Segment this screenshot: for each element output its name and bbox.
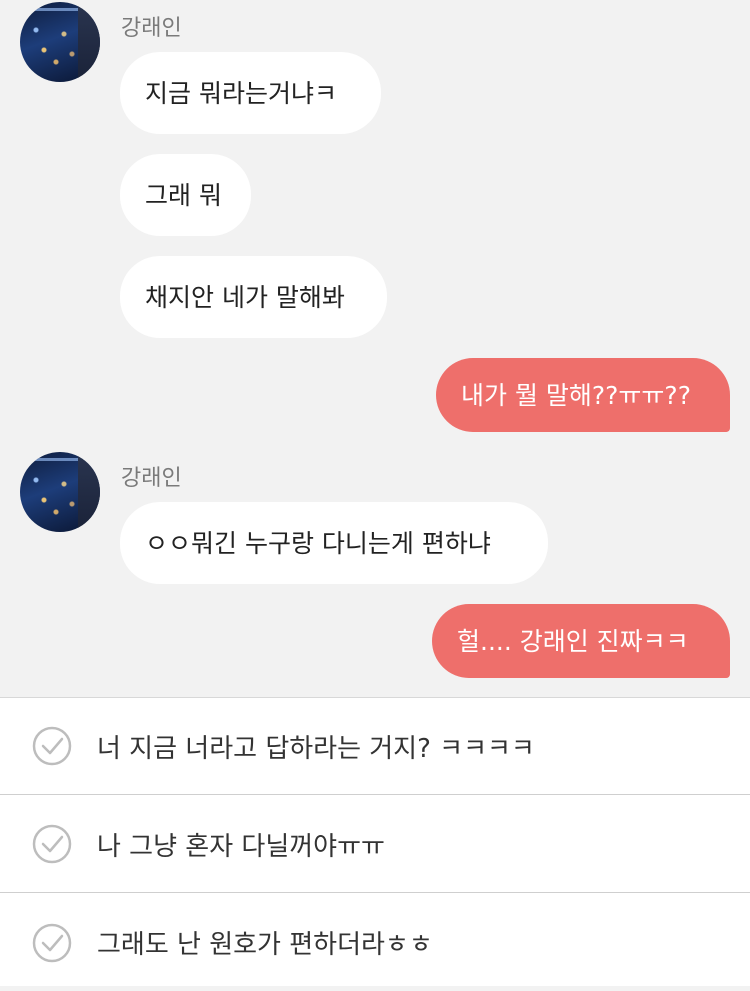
check-circle-icon	[32, 923, 72, 962]
reply-option[interactable]: 나 그냥 혼자 다닐꺼야ㅠㅠ	[0, 796, 750, 893]
check-circle-icon	[32, 726, 72, 766]
message-text: 내가 뭘 말해??ㅠㅠ??	[461, 380, 691, 410]
reply-option-label: 그래도 난 원호가 편하더라ㅎㅎ	[97, 930, 433, 960]
avatar[interactable]	[20, 452, 100, 532]
message-text: 채지안 네가 말해봐	[145, 282, 345, 312]
message-text: ㅇㅇ뭐긴 누구랑 다니는게 편하냐	[145, 528, 491, 558]
sender-name: 강래인	[121, 466, 182, 491]
message-text: 헐.... 강래인 진짜ㅋㅋ	[457, 626, 689, 656]
check-circle-icon	[32, 824, 72, 864]
incoming-message-bubble: 그래 뭐	[120, 154, 251, 236]
reply-option[interactable]: 너 지금 너라고 답하라는 거지? ㅋㅋㅋㅋ	[0, 698, 750, 795]
message-text: 지금 뭐라는거냐ㅋ	[145, 78, 337, 108]
incoming-message-bubble: ㅇㅇ뭐긴 누구랑 다니는게 편하냐	[120, 502, 548, 584]
incoming-message-bubble: 지금 뭐라는거냐ㅋ	[120, 52, 381, 134]
outgoing-message-bubble: 헐.... 강래인 진짜ㅋㅋ	[432, 604, 730, 678]
outgoing-message-bubble: 내가 뭘 말해??ㅠㅠ??	[436, 358, 730, 432]
message-text: 그래 뭐	[145, 180, 222, 210]
avatar[interactable]	[20, 2, 100, 82]
incoming-message-bubble: 채지안 네가 말해봐	[120, 256, 387, 338]
sender-name: 강래인	[121, 16, 182, 41]
chat-area: 강래인 지금 뭐라는거냐ㅋ 그래 뭐 채지안 네가 말해봐 내가 뭘 말해??ㅠ…	[0, 0, 750, 697]
reply-option-label: 너 지금 너라고 답하라는 거지? ㅋㅋㅋㅋ	[97, 733, 535, 764]
reply-options-panel: 너 지금 너라고 답하라는 거지? ㅋㅋㅋㅋ 나 그냥 혼자 다닐꺼야ㅠㅠ 그래…	[0, 697, 750, 986]
reply-option-label: 나 그냥 혼자 다닐꺼야ㅠㅠ	[97, 831, 385, 862]
reply-option[interactable]: 그래도 난 원호가 편하더라ㅎㅎ	[0, 894, 750, 991]
